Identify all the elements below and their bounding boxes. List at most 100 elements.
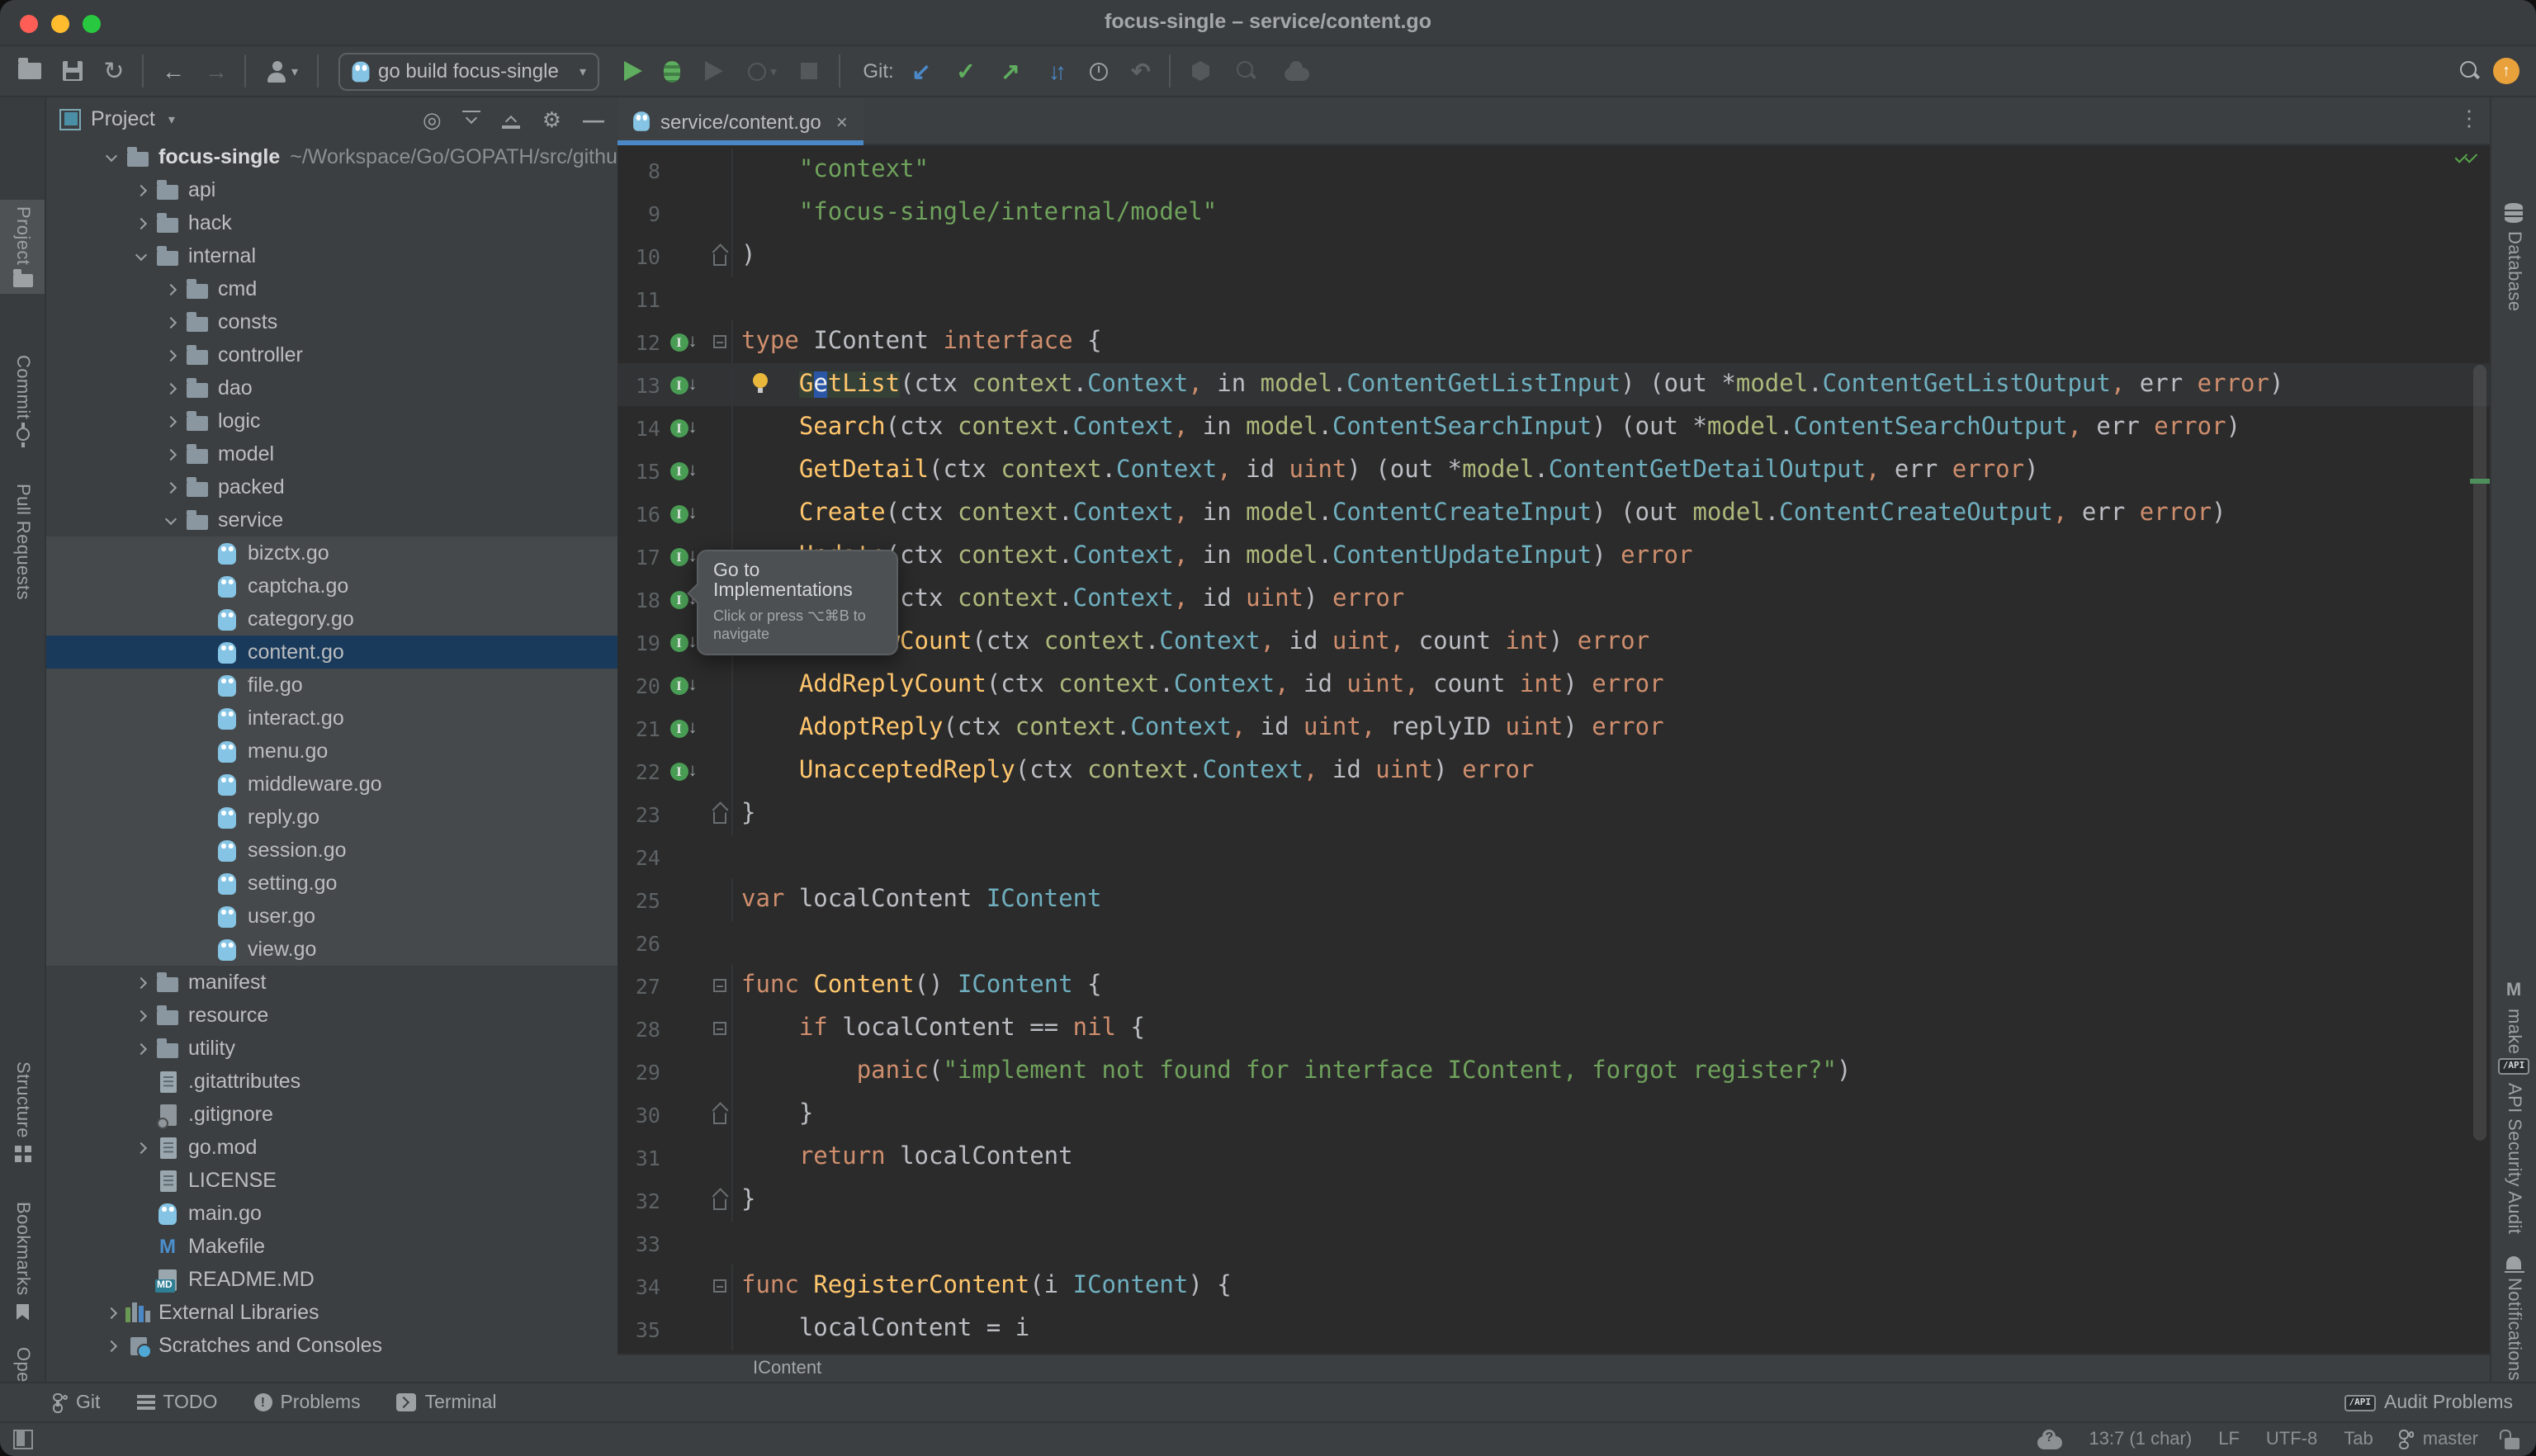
code-line-26[interactable]: 26 bbox=[617, 921, 2490, 964]
code-area[interactable]: 8 "context"9 "focus-single/internal/mode… bbox=[617, 145, 2490, 1354]
status-widget-cloudq[interactable] bbox=[2037, 1430, 2062, 1449]
tool-stripe-structure[interactable]: Structure bbox=[0, 1055, 45, 1170]
fold-end-icon[interactable] bbox=[712, 1196, 726, 1209]
code-line-14[interactable]: 14I↓ Search(ctx context.Context, in mode… bbox=[617, 406, 2490, 449]
tree-row-api[interactable]: api bbox=[46, 173, 617, 206]
breadcrumb-item[interactable]: IContent bbox=[753, 1359, 821, 1378]
title-bar[interactable]: focus-single – service/content.go bbox=[0, 0, 2536, 46]
fold-end-icon[interactable] bbox=[712, 810, 726, 823]
implemented-marker-icon[interactable]: I↓ bbox=[670, 676, 698, 694]
chevron-closed-icon[interactable] bbox=[155, 450, 185, 458]
code-line-17[interactable]: 17I↓ Update(ctx context.Context, in mode… bbox=[617, 535, 2490, 578]
tree-row-internal[interactable]: internal bbox=[46, 239, 617, 272]
code-line-19[interactable]: 19I↓ AddViewCount(ctx context.Context, i… bbox=[617, 621, 2490, 664]
code-line-31[interactable]: 31 return localContent bbox=[617, 1136, 2490, 1179]
tree-row-model[interactable]: model bbox=[46, 437, 617, 470]
commit-button[interactable]: ✓ bbox=[951, 46, 981, 96]
tree-row-cmd[interactable]: cmd bbox=[46, 272, 617, 305]
chevron-down-icon[interactable]: ▾ bbox=[168, 111, 175, 126]
search-structurally-button[interactable] bbox=[1232, 46, 1261, 96]
toolwindow-button-problems[interactable]: !Problems bbox=[253, 1392, 360, 1412]
chevron-closed-icon[interactable] bbox=[125, 1011, 155, 1019]
tree-row-middleware-go[interactable]: middleware.go bbox=[46, 768, 617, 801]
chevron-closed-icon[interactable] bbox=[125, 978, 155, 986]
chevron-closed-icon[interactable] bbox=[96, 1341, 125, 1350]
tool-stripe-notifications[interactable]: Notifications bbox=[2491, 1250, 2536, 1387]
chevron-closed-icon[interactable] bbox=[96, 1308, 125, 1317]
tree-row-gitattributes[interactable]: .gitattributes bbox=[46, 1065, 617, 1098]
fold-start-icon[interactable] bbox=[712, 335, 726, 348]
code-line-13[interactable]: 13I↓ GetList(ctx context.Context, in mod… bbox=[617, 363, 2490, 406]
toolwindow-button-terminal[interactable]: Terminal bbox=[397, 1392, 497, 1412]
tree-row-bizctx-go[interactable]: bizctx.go bbox=[46, 537, 617, 570]
status-widget-lock[interactable] bbox=[2505, 1430, 2519, 1449]
tree-row-consts[interactable]: consts bbox=[46, 305, 617, 338]
tool-stripe-make[interactable]: Mmake bbox=[2491, 976, 2536, 1061]
settings-gear-icon[interactable]: ⚙ bbox=[542, 108, 561, 130]
tree-row-category-go[interactable]: category.go bbox=[46, 603, 617, 636]
tree-row-go-mod[interactable]: go.mod bbox=[46, 1131, 617, 1164]
status-widget-master[interactable]: master bbox=[2400, 1430, 2478, 1449]
implemented-marker-icon[interactable]: I↓ bbox=[670, 333, 698, 351]
implemented-marker-icon[interactable]: I↓ bbox=[670, 376, 698, 394]
tree-row-utility[interactable]: utility bbox=[46, 1032, 617, 1065]
tree-row-external-libraries[interactable]: External Libraries bbox=[46, 1296, 617, 1329]
code-line-30[interactable]: 30 } bbox=[617, 1093, 2490, 1136]
toolwindow-switcher-icon[interactable] bbox=[13, 1430, 33, 1449]
push-button[interactable]: ↗ bbox=[996, 46, 1025, 96]
code-line-25[interactable]: 25var localContent IContent bbox=[617, 878, 2490, 921]
code-line-15[interactable]: 15I↓ GetDetail(ctx context.Context, id u… bbox=[617, 449, 2490, 492]
code-line-11[interactable]: 11 bbox=[617, 277, 2490, 320]
tree-row-readme-md[interactable]: README.MD bbox=[46, 1263, 617, 1296]
tree-row-makefile[interactable]: MMakefile bbox=[46, 1230, 617, 1263]
tree-row-main-go[interactable]: main.go bbox=[46, 1197, 617, 1230]
code-line-23[interactable]: 23} bbox=[617, 792, 2490, 835]
hide-panel-icon[interactable]: — bbox=[583, 108, 604, 130]
chevron-closed-icon[interactable] bbox=[155, 483, 185, 491]
tab-service-content-go[interactable]: service/content.go × bbox=[617, 97, 864, 145]
tree-row-controller[interactable]: controller bbox=[46, 338, 617, 371]
tool-stripe-api-security-audit[interactable]: /APIAPI Security Audit bbox=[2491, 1052, 2536, 1241]
fold-start-icon[interactable] bbox=[712, 979, 726, 992]
status-widget-13-7-1-char[interactable]: 13:7 (1 char) bbox=[2089, 1430, 2192, 1449]
profile-button[interactable]: ▾ bbox=[259, 46, 305, 96]
tree-row-captcha-go[interactable]: captcha.go bbox=[46, 570, 617, 603]
code-line-18[interactable]: 18I↓ Delete(ctx context.Context, id uint… bbox=[617, 578, 2490, 621]
tree-row-gitignore[interactable]: .gitignore bbox=[46, 1098, 617, 1131]
tree-row-service[interactable]: service bbox=[46, 503, 617, 537]
open-button[interactable] bbox=[13, 46, 46, 96]
chevron-closed-icon[interactable] bbox=[155, 384, 185, 392]
tree-row-hack[interactable]: hack bbox=[46, 206, 617, 239]
chevron-closed-icon[interactable] bbox=[155, 351, 185, 359]
tree-row-reply-go[interactable]: reply.go bbox=[46, 801, 617, 834]
code-line-10[interactable]: 10) bbox=[617, 234, 2490, 277]
chevron-closed-icon[interactable] bbox=[155, 285, 185, 293]
fold-start-icon[interactable] bbox=[712, 1279, 726, 1293]
implemented-marker-icon[interactable]: I↓ bbox=[670, 719, 698, 737]
history-button[interactable] bbox=[1083, 46, 1113, 96]
package-button[interactable] bbox=[1185, 46, 1215, 96]
status-widget-tab[interactable]: Tab bbox=[2344, 1430, 2373, 1449]
chevron-closed-icon[interactable] bbox=[155, 417, 185, 425]
tree-row-content-go[interactable]: content.go bbox=[46, 636, 617, 669]
tree-row-resource[interactable]: resource bbox=[46, 999, 617, 1032]
chevron-open-icon[interactable] bbox=[125, 253, 155, 258]
tree-row-setting-go[interactable]: setting.go bbox=[46, 867, 617, 900]
tool-stripe-pull-requests[interactable]: Pull Requests bbox=[0, 477, 45, 615]
implemented-marker-icon[interactable]: I↓ bbox=[670, 461, 698, 480]
code-line-29[interactable]: 29 panic("implement not found for interf… bbox=[617, 1050, 2490, 1093]
code-line-32[interactable]: 32} bbox=[617, 1179, 2490, 1222]
code-line-27[interactable]: 27func Content() IContent { bbox=[617, 964, 2490, 1007]
code-line-9[interactable]: 9 "focus-single/internal/model" bbox=[617, 191, 2490, 234]
tool-stripe-project[interactable]: Project bbox=[0, 200, 45, 293]
tree-row-scratches-and-consoles[interactable]: Scratches and Consoles bbox=[46, 1329, 617, 1362]
code-line-28[interactable]: 28 if localContent == nil { bbox=[617, 1007, 2490, 1050]
chevron-closed-icon[interactable] bbox=[125, 219, 155, 227]
tree-row-file-go[interactable]: file.go bbox=[46, 669, 617, 702]
tree-row-interact-go[interactable]: interact.go bbox=[46, 702, 617, 735]
chevron-open-icon[interactable] bbox=[96, 154, 125, 159]
stop-button[interactable] bbox=[796, 46, 822, 96]
status-widget-utf-8[interactable]: UTF-8 bbox=[2266, 1430, 2317, 1449]
tree-row-manifest[interactable]: manifest bbox=[46, 966, 617, 999]
cloud-button[interactable] bbox=[1280, 46, 1313, 96]
